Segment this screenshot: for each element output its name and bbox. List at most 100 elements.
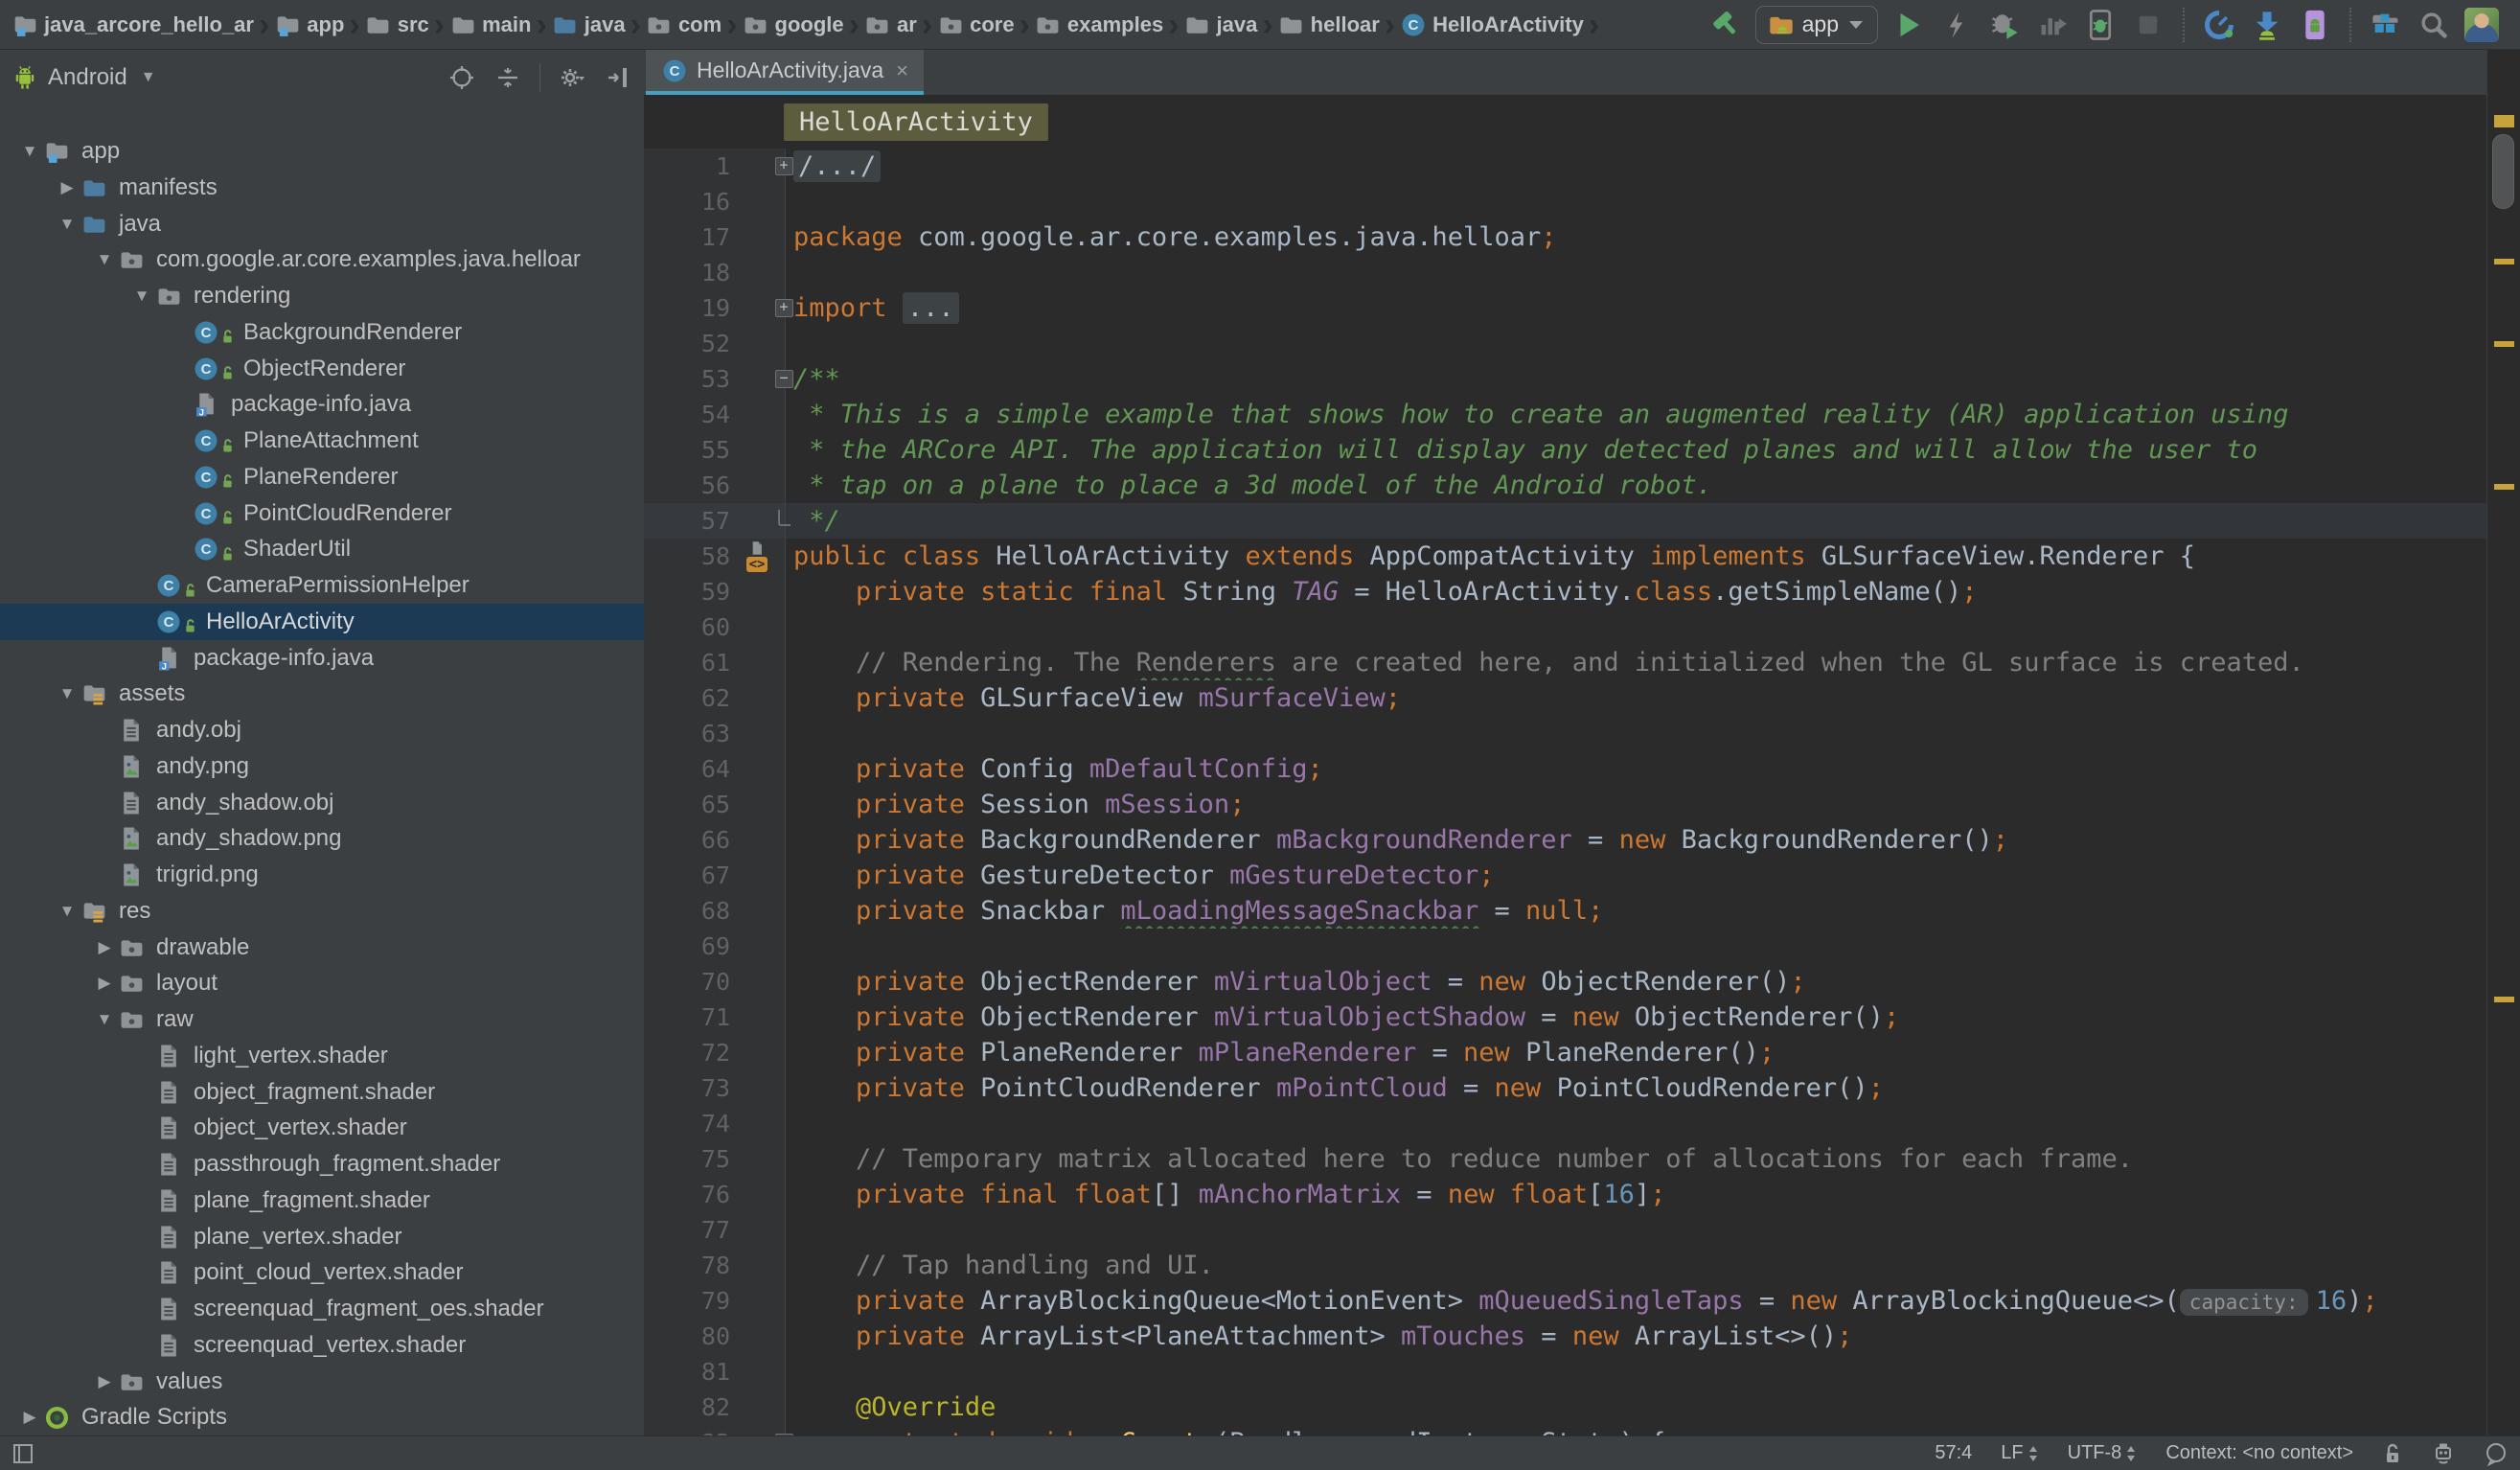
code-text[interactable]: * the ARCore API. The application will d… <box>786 432 2520 468</box>
code-line-77[interactable]: 77 <box>644 1212 2520 1248</box>
toolwindow-switcher-icon[interactable] <box>11 1442 34 1465</box>
breadcrumb-item-google[interactable]: google <box>743 12 844 37</box>
gutter[interactable]: 17 <box>644 219 786 255</box>
event-log-icon[interactable] <box>2484 1441 2509 1466</box>
tree-item-app[interactable]: ▼app <box>0 133 644 170</box>
code-text[interactable]: private Session mSession; <box>786 787 2520 822</box>
code-text[interactable]: /.../ <box>786 149 2520 184</box>
code-text[interactable] <box>786 184 2520 219</box>
tree-item-values[interactable]: ▶values <box>0 1364 644 1400</box>
line-number[interactable]: 70 <box>644 968 742 996</box>
line-number[interactable]: 53 <box>644 365 742 393</box>
code-line-62[interactable]: 62 private GLSurfaceView mSurfaceView; <box>644 680 2520 716</box>
apply-changes-button[interactable] <box>1939 8 1974 42</box>
code-line-66[interactable]: 66 private BackgroundRenderer mBackgroun… <box>644 822 2520 858</box>
code-line-56[interactable]: 56 * tap on a plane to place a 3d model … <box>644 468 2520 503</box>
breadcrumb-item-java_arcore_hello_ar[interactable]: java_arcore_hello_ar <box>11 12 254 37</box>
code-line-61[interactable]: 61 // Rendering. The Renderers are creat… <box>644 645 2520 680</box>
gutter[interactable]: 60 <box>644 609 786 645</box>
line-number[interactable]: 52 <box>644 330 742 357</box>
hide-panel-icon[interactable] <box>604 63 632 92</box>
code-text[interactable] <box>786 326 2520 361</box>
expand-open-icon[interactable]: ▼ <box>15 142 44 161</box>
build-hammer-button[interactable] <box>1707 8 1742 42</box>
expand-open-icon[interactable]: ▼ <box>90 1010 119 1029</box>
tree-item-planeattachment[interactable]: CPlaneAttachment <box>0 423 644 459</box>
line-number[interactable]: 79 <box>644 1287 742 1315</box>
code-line-18[interactable]: 18 <box>644 255 2520 290</box>
breadcrumb-item-helloar[interactable]: helloar <box>1278 12 1380 37</box>
tree-item-object-fragment-shader[interactable]: object_fragment.shader <box>0 1074 644 1111</box>
gutter[interactable]: 70 <box>644 964 786 999</box>
gutter[interactable]: 73 <box>644 1070 786 1106</box>
breadcrumb-item-helloaractivity[interactable]: CHelloArActivity <box>1400 12 1584 37</box>
line-number[interactable]: 73 <box>644 1074 742 1102</box>
line-number[interactable]: 74 <box>644 1110 742 1137</box>
code-text[interactable]: // Rendering. The Renderers are created … <box>786 645 2520 680</box>
java-class-file-icon[interactable] <box>749 540 765 556</box>
breadcrumb-item-ar[interactable]: ar <box>864 12 917 37</box>
gutter[interactable]: 61 <box>644 645 786 680</box>
code-text[interactable]: // Tap handling and UI. <box>786 1248 2520 1283</box>
code-text[interactable] <box>786 929 2520 964</box>
gutter[interactable]: 63 <box>644 716 786 751</box>
tree-item-passthrough-fragment-shader[interactable]: passthrough_fragment.shader <box>0 1146 644 1183</box>
code-line-65[interactable]: 65 private Session mSession; <box>644 787 2520 822</box>
caret-position[interactable]: 57:4 <box>1935 1442 1972 1464</box>
code-line-83[interactable]: 83o− protected void onCreate(Bundle save… <box>644 1425 2520 1436</box>
tree-item-object-vertex-shader[interactable]: object_vertex.shader <box>0 1110 644 1146</box>
code-text[interactable]: */ <box>786 503 2520 539</box>
gutter[interactable]: 65 <box>644 787 786 822</box>
profile-button[interactable] <box>2035 8 2070 42</box>
line-number[interactable]: 17 <box>644 223 742 251</box>
avd-manager-button[interactable] <box>2298 8 2332 42</box>
attach-debugger-button[interactable] <box>2083 8 2118 42</box>
gutter[interactable]: 72 <box>644 1035 786 1070</box>
code-line-63[interactable]: 63 <box>644 716 2520 751</box>
code-text[interactable]: private GLSurfaceView mSurfaceView; <box>786 680 2520 716</box>
error-stripe-scrollbar[interactable] <box>2486 50 2520 1436</box>
breadcrumb-item-examples[interactable]: examples <box>1035 12 1163 37</box>
tree-item-layout[interactable]: ▶layout <box>0 965 644 1001</box>
tree-item-res[interactable]: ▼res <box>0 893 644 930</box>
gutter[interactable]: 64 <box>644 751 786 787</box>
breadcrumb-item-main[interactable]: main <box>449 12 531 37</box>
tree-item-manifests[interactable]: ▶manifests <box>0 170 644 206</box>
line-number[interactable]: 60 <box>644 613 742 641</box>
stop-button[interactable] <box>2131 8 2165 42</box>
gutter[interactable]: 59 <box>644 574 786 609</box>
expand-closed-icon[interactable]: ▶ <box>90 974 119 993</box>
code-text[interactable]: * This is a simple example that shows ho… <box>786 397 2520 432</box>
code-text[interactable] <box>786 716 2520 751</box>
stripe-marker[interactable] <box>2494 997 2514 1002</box>
context-selector[interactable]: Context: <no context> <box>2165 1442 2353 1464</box>
tree-item-objectrenderer[interactable]: CObjectRenderer <box>0 351 644 387</box>
gutter[interactable]: 76 <box>644 1177 786 1212</box>
code-text[interactable]: package com.google.ar.core.examples.java… <box>786 219 2520 255</box>
line-number[interactable]: 78 <box>644 1252 742 1279</box>
stripe-marker[interactable] <box>2494 259 2514 264</box>
expand-open-icon[interactable]: ▼ <box>90 250 119 269</box>
gutter[interactable]: 58<> <box>644 539 786 574</box>
gutter[interactable]: 57 <box>644 503 786 539</box>
line-number[interactable]: 62 <box>644 684 742 712</box>
sdk-manager-button[interactable] <box>2250 8 2284 42</box>
code-text[interactable] <box>786 1106 2520 1141</box>
line-number[interactable]: 71 <box>644 1003 742 1031</box>
code-text[interactable]: private final float[] mAnchorMatrix = ne… <box>786 1177 2520 1212</box>
breadcrumb-item-core[interactable]: core <box>937 12 1014 37</box>
line-number[interactable]: 18 <box>644 259 742 287</box>
code-line-75[interactable]: 75 // Temporary matrix allocated here to… <box>644 1141 2520 1177</box>
code-line-76[interactable]: 76 private final float[] mAnchorMatrix =… <box>644 1177 2520 1212</box>
code-line-16[interactable]: 16 <box>644 184 2520 219</box>
line-number[interactable]: 68 <box>644 897 742 925</box>
gutter[interactable]: 1+ <box>644 149 786 184</box>
tree-item-trigrid-png[interactable]: trigrid.png <box>0 857 644 893</box>
line-number[interactable]: 16 <box>644 188 742 216</box>
code-text[interactable]: private PointCloudRenderer mPointCloud =… <box>786 1070 2520 1106</box>
tree-item-screenquad-fragment-oes-shader[interactable]: screenquad_fragment_oes.shader <box>0 1291 644 1327</box>
gutter[interactable]: 74 <box>644 1106 786 1141</box>
line-number[interactable]: 54 <box>644 401 742 428</box>
stripe-marker[interactable] <box>2494 341 2514 347</box>
gutter[interactable]: 54 <box>644 397 786 432</box>
